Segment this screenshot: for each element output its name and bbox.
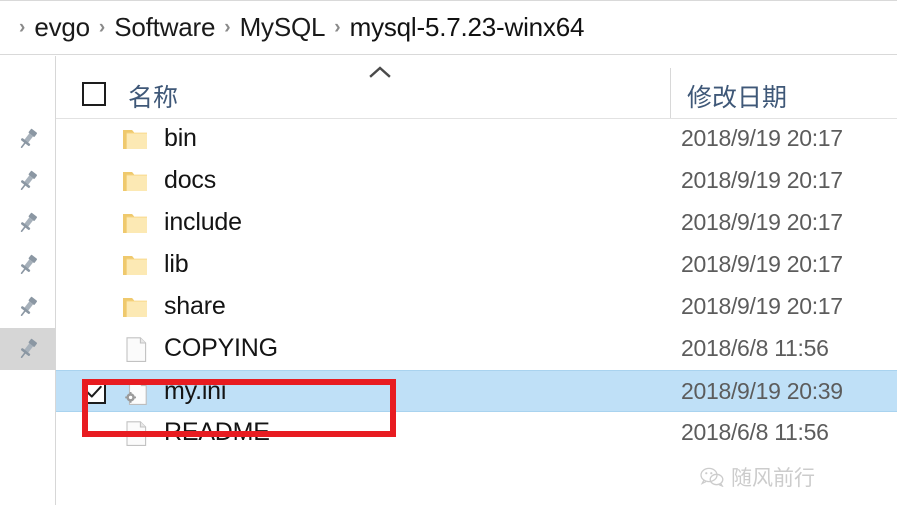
table-row[interactable]: lib 2018/9/19 20:17 xyxy=(56,244,897,286)
column-divider[interactable] xyxy=(670,68,671,118)
pushpin-icon xyxy=(15,210,41,236)
breadcrumb-item-software[interactable]: Software xyxy=(114,12,215,43)
file-name[interactable]: share xyxy=(164,292,226,321)
pushpin-icon xyxy=(15,336,41,362)
file-name[interactable]: lib xyxy=(164,250,189,279)
table-row[interactable]: bin 2018/9/19 20:17 xyxy=(56,118,897,160)
watermark-text: 随风前行 xyxy=(731,467,815,490)
folder-icon xyxy=(121,294,151,321)
file-name[interactable]: docs xyxy=(164,166,216,195)
pushpin-icon xyxy=(15,126,41,152)
sidebar-pin-cell-3[interactable] xyxy=(0,244,55,286)
folder-icon xyxy=(121,210,151,237)
sidebar-pin-cell-2[interactable] xyxy=(0,202,55,244)
file-name[interactable]: bin xyxy=(164,124,197,153)
breadcrumb-separator-icon: › xyxy=(224,17,231,38)
file-modified-date: 2018/9/19 20:17 xyxy=(681,293,843,319)
sidebar-pin-cell-4[interactable] xyxy=(0,286,55,328)
config-file-icon xyxy=(121,379,151,406)
sort-ascending-icon[interactable] xyxy=(369,66,391,78)
folder-icon xyxy=(121,168,151,195)
file-modified-date: 2018/9/19 20:17 xyxy=(681,251,843,277)
file-modified-date: 2018/9/19 20:17 xyxy=(681,167,843,193)
file-list-pane: 名称 修改日期 bin 2018/9/19 20:17 docs 2018/9/19 … xyxy=(56,56,897,505)
sidebar-pin-cell-5[interactable] xyxy=(0,328,55,370)
watermark: 随风前行 xyxy=(700,462,815,492)
table-row[interactable]: share 2018/9/19 20:17 xyxy=(56,286,897,328)
table-row[interactable]: COPYING 2018/6/8 11:56 xyxy=(56,328,897,370)
column-header-date[interactable]: 修改日期 xyxy=(687,78,787,114)
breadcrumb-separator-icon: › xyxy=(334,17,341,38)
column-header-row: 名称 修改日期 xyxy=(56,56,897,119)
file-rows: bin 2018/9/19 20:17 docs 2018/9/19 20:17 inc… xyxy=(56,118,897,454)
pushpin-icon xyxy=(15,168,41,194)
column-header-name[interactable]: 名称 xyxy=(128,78,178,114)
file-name[interactable]: my.ini xyxy=(164,377,226,406)
sidebar-pin-rail xyxy=(0,56,56,505)
folder-icon xyxy=(121,252,151,279)
file-name[interactable]: include xyxy=(164,208,242,237)
folder-icon xyxy=(121,126,151,153)
pushpin-icon xyxy=(15,252,41,278)
breadcrumb[interactable]: › evgo › Software › MySQL › mysql-5.7.23-winx64 xyxy=(0,0,897,55)
file-modified-date: 2018/6/8 11:56 xyxy=(681,335,829,361)
sidebar-pin-cell-0[interactable] xyxy=(0,118,55,160)
sidebar-pin-cell-1[interactable] xyxy=(0,160,55,202)
pushpin-icon xyxy=(15,294,41,320)
table-row[interactable]: README 2018/6/8 11:56 xyxy=(56,412,897,454)
document-icon xyxy=(121,420,151,447)
file-modified-date: 2018/6/8 11:56 xyxy=(681,419,829,445)
table-row[interactable]: docs 2018/9/19 20:17 xyxy=(56,160,897,202)
wechat-icon xyxy=(700,467,724,487)
file-modified-date: 2018/9/19 20:17 xyxy=(681,125,843,151)
document-icon xyxy=(121,336,151,363)
file-modified-date: 2018/9/19 20:17 xyxy=(681,209,843,235)
breadcrumb-separator-icon: › xyxy=(19,17,26,38)
file-modified-date: 2018/9/19 20:39 xyxy=(681,378,843,404)
breadcrumb-item-evgo[interactable]: evgo xyxy=(34,12,90,43)
breadcrumb-separator-icon: › xyxy=(98,17,106,38)
breadcrumb-item-mysql[interactable]: MySQL xyxy=(240,12,326,43)
row-checkbox[interactable] xyxy=(82,380,106,404)
select-all-checkbox[interactable] xyxy=(82,82,106,106)
breadcrumb-item-mysql-5-7-23-winx64[interactable]: mysql-5.7.23-winx64 xyxy=(350,12,585,43)
file-name[interactable]: COPYING xyxy=(164,334,278,363)
table-row[interactable]: my.ini 2018/9/19 20:39 xyxy=(56,370,897,412)
file-name[interactable]: README xyxy=(164,418,270,447)
table-row[interactable]: include 2018/9/19 20:17 xyxy=(56,202,897,244)
